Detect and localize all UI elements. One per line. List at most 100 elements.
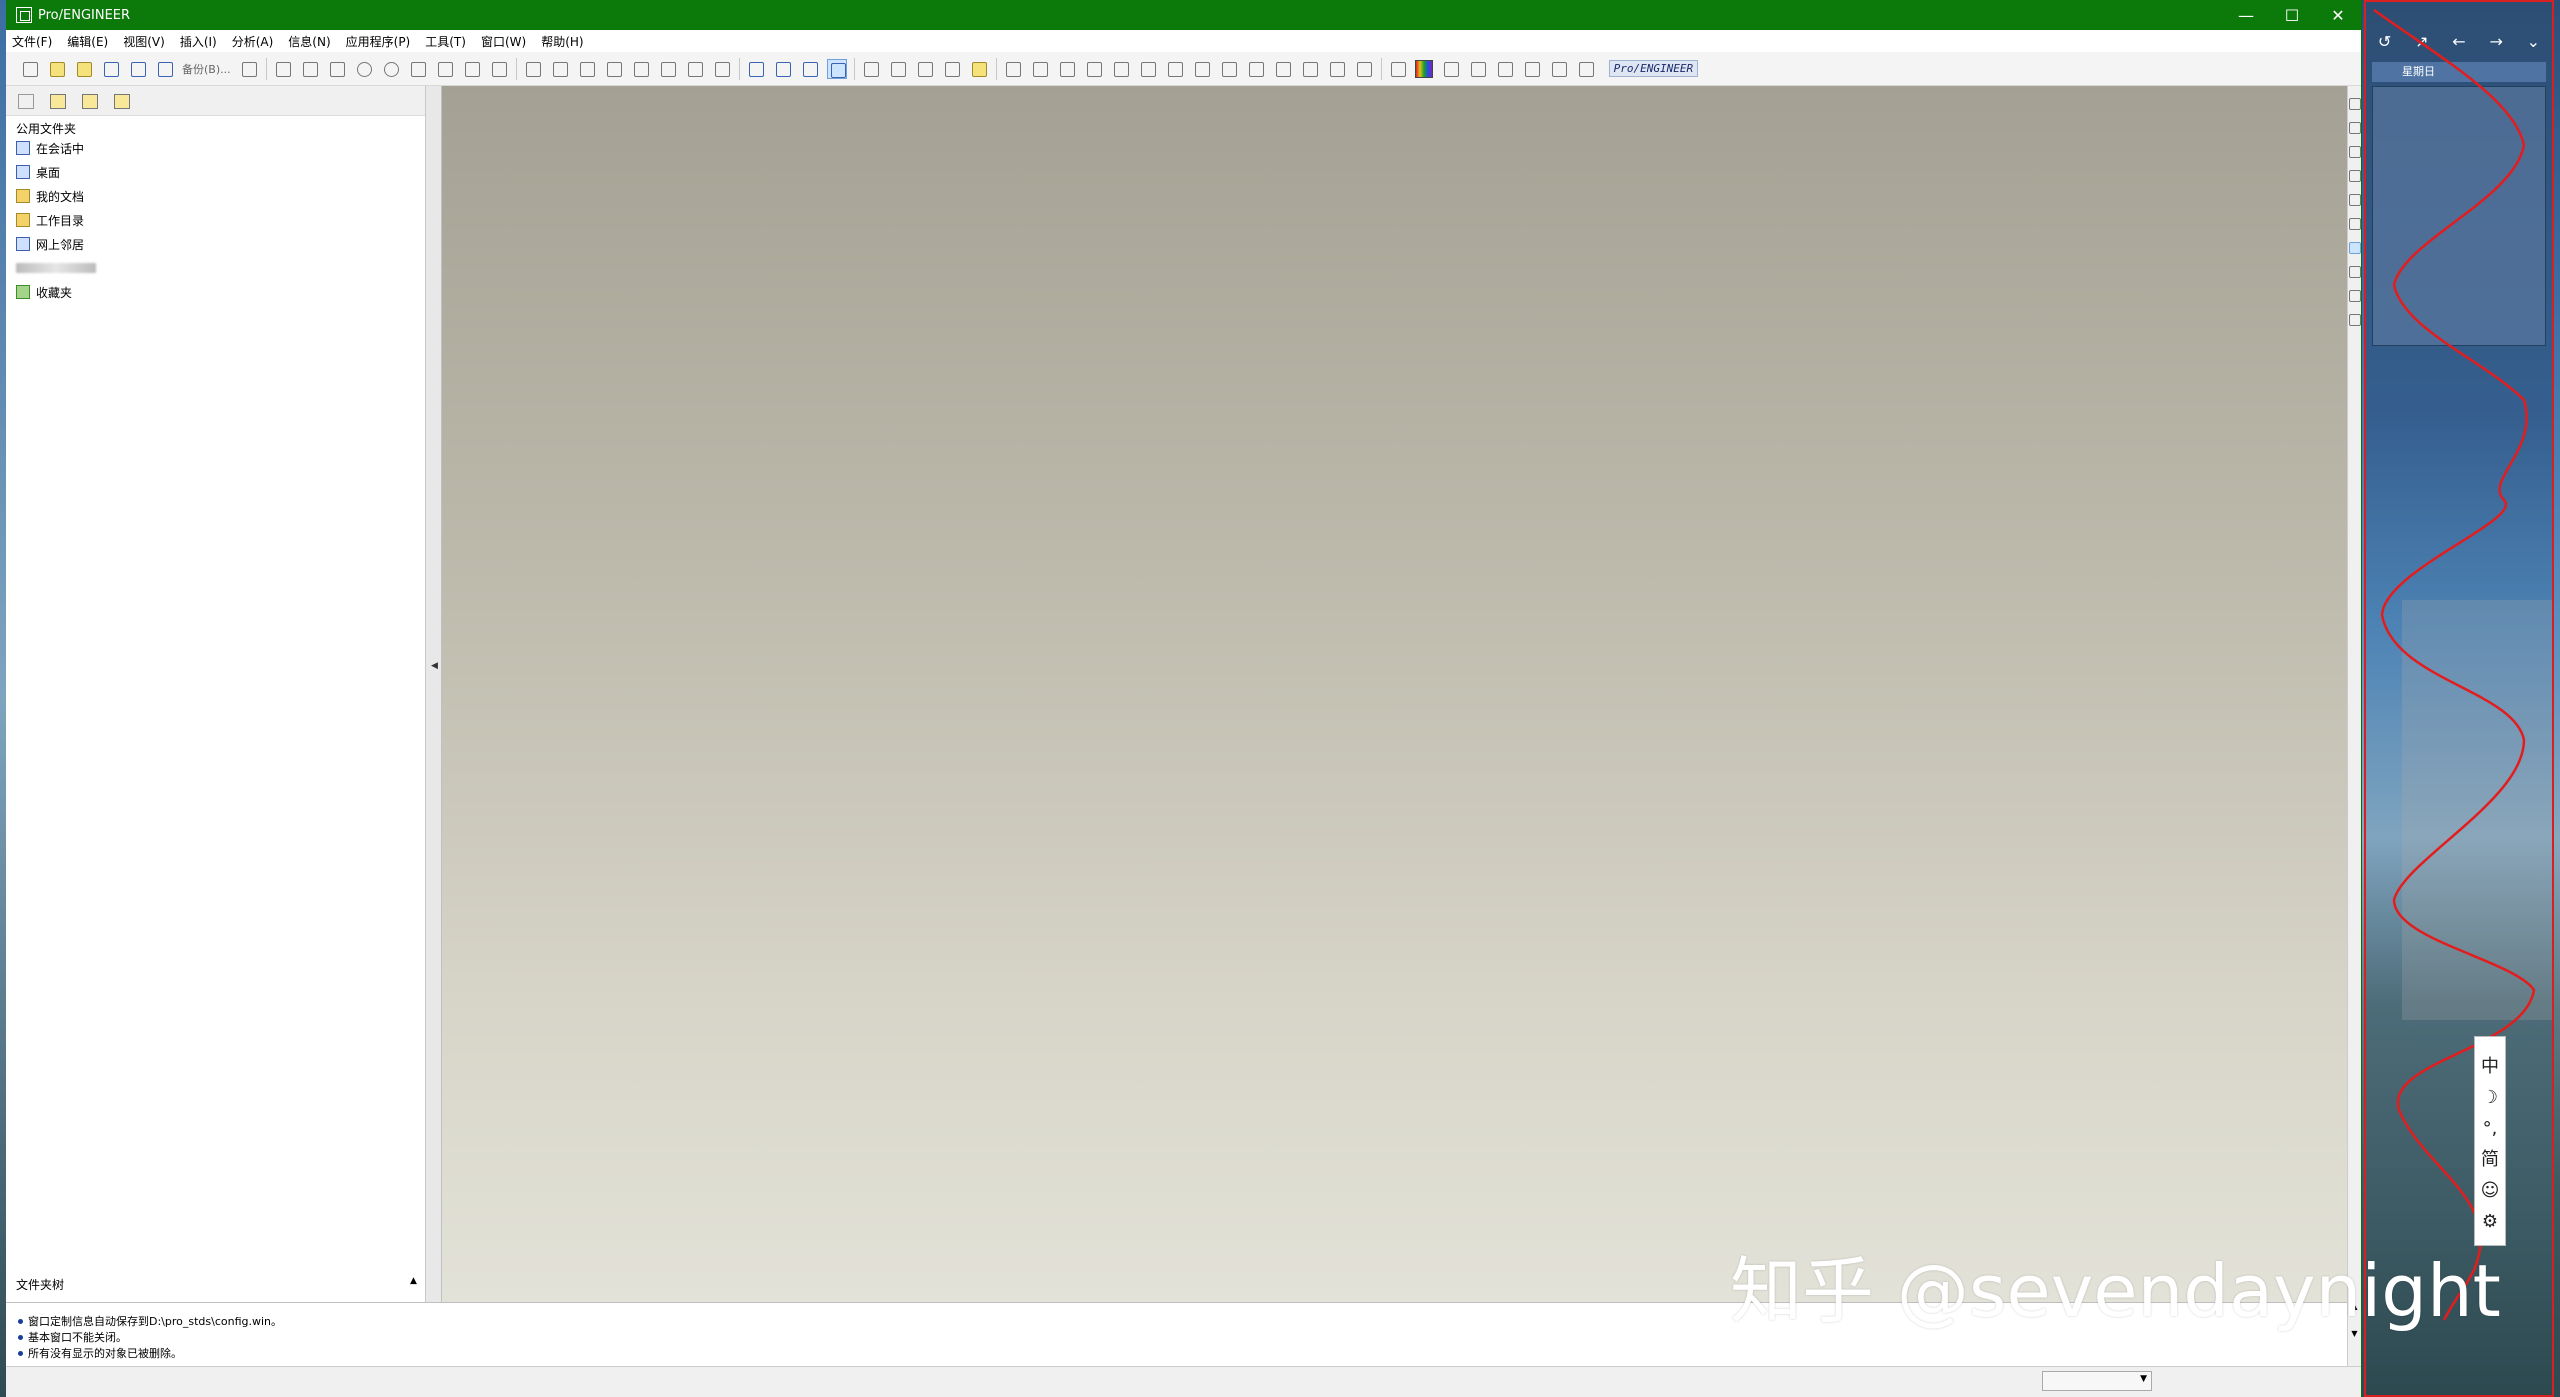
folder-tree-label[interactable]: 文件夹树 (16, 1276, 64, 1293)
open-icon[interactable] (74, 59, 94, 79)
open-folder-icon[interactable] (47, 59, 67, 79)
backup-button[interactable]: 备份(B)... (182, 61, 231, 77)
redo-icon[interactable] (550, 59, 570, 79)
find-icon[interactable] (685, 59, 705, 79)
ime-punctuation-icon[interactable]: °, (2483, 1113, 2498, 1144)
feature-7-icon[interactable] (1165, 59, 1185, 79)
folder-item-network[interactable]: 网上邻居 (16, 232, 96, 256)
shading-icon[interactable] (826, 58, 847, 79)
select-box-icon[interactable] (712, 59, 732, 79)
undo-icon[interactable] (523, 59, 543, 79)
graphics-window[interactable] (442, 86, 2347, 1302)
close-button[interactable]: ✕ (2315, 0, 2361, 30)
orient-icon[interactable] (327, 59, 347, 79)
feature-3-icon[interactable] (1057, 59, 1077, 79)
dimension-tool-icon[interactable] (2348, 290, 2361, 302)
ime-emoji-icon[interactable]: ☺ (2481, 1175, 2500, 1206)
no-hidden-icon[interactable] (800, 59, 820, 79)
close-window-icon[interactable] (1576, 59, 1596, 79)
feature-9-icon[interactable] (1219, 59, 1239, 79)
menu-file[interactable]: 文件(F) (12, 33, 52, 50)
datum-axis-icon[interactable] (888, 59, 908, 79)
feature-12-icon[interactable] (1300, 59, 1320, 79)
new-file-icon[interactable] (20, 59, 40, 79)
coordinate-system-icon[interactable] (942, 59, 962, 79)
minimize-button[interactable]: — (2223, 0, 2269, 30)
save-all-icon[interactable] (155, 59, 175, 79)
print-icon[interactable] (239, 59, 259, 79)
save-copy-icon[interactable] (128, 59, 148, 79)
save-icon[interactable] (101, 59, 121, 79)
refit-icon[interactable] (408, 59, 428, 79)
hidden-line-icon[interactable] (773, 59, 793, 79)
copy-icon[interactable] (604, 59, 624, 79)
forward-arrow-icon[interactable]: → (2489, 32, 2502, 51)
feature-2-icon[interactable] (1030, 59, 1050, 79)
color-appearance-icon[interactable] (1414, 59, 1433, 78)
menu-window[interactable]: 窗口(W) (481, 33, 526, 50)
expand-arrow-icon[interactable]: ▲ (410, 1276, 417, 1286)
regenerate-icon[interactable] (273, 59, 293, 79)
model-tree-icon[interactable] (1388, 59, 1408, 79)
menu-edit[interactable]: 编辑(E) (67, 33, 108, 50)
cut-icon[interactable] (577, 59, 597, 79)
offset-tool-icon[interactable] (2348, 266, 2361, 278)
ime-chinese-mode[interactable]: 中 (2481, 1051, 2499, 1082)
layers-icon[interactable] (489, 59, 509, 79)
menu-applications[interactable]: 应用程序(P) (346, 33, 411, 50)
menu-insert[interactable]: 插入(I) (180, 33, 217, 50)
ime-simplified-mode[interactable]: 简 (2481, 1144, 2499, 1175)
feature-6-icon[interactable] (1138, 59, 1158, 79)
saved-views-icon[interactable] (462, 59, 482, 79)
feature-14-icon[interactable] (1354, 59, 1374, 79)
ime-moon-icon[interactable]: ☽ (2482, 1082, 2498, 1113)
folder-item-working-dir[interactable]: 工作目录 (16, 208, 96, 232)
line-tool-icon[interactable] (2348, 146, 2361, 158)
menu-info[interactable]: 信息(N) (288, 33, 330, 50)
feature-8-icon[interactable] (1192, 59, 1212, 79)
folder-browser-tab-icon[interactable] (46, 90, 70, 112)
wireframe-icon[interactable] (746, 59, 766, 79)
axis-tool-icon[interactable] (2348, 194, 2361, 206)
panel-splitter[interactable]: ◀ (426, 86, 442, 1302)
csys-tool-icon[interactable] (2348, 242, 2361, 254)
maximize-button[interactable]: ☐ (2269, 0, 2315, 30)
point-tool-icon[interactable] (2348, 218, 2361, 230)
reorient-icon[interactable] (435, 59, 455, 79)
selection-filter-dropdown[interactable]: ▼ (2042, 1371, 2152, 1391)
back-arrow-icon[interactable]: ← (2452, 32, 2465, 51)
hide-icon[interactable] (1468, 59, 1488, 79)
curve-tool-icon[interactable] (2348, 170, 2361, 182)
paste-icon[interactable] (631, 59, 651, 79)
datum-plane-icon[interactable] (861, 59, 881, 79)
menu-help[interactable]: 帮助(H) (541, 33, 583, 50)
connections-tab-icon[interactable] (110, 90, 134, 112)
datum-point-icon[interactable] (915, 59, 935, 79)
view-icon[interactable] (1441, 59, 1461, 79)
feature-5-icon[interactable] (1111, 59, 1131, 79)
folder-item-desktop[interactable]: 桌面 (16, 160, 96, 184)
spin-center-icon[interactable] (300, 59, 320, 79)
feature-10-icon[interactable] (1246, 59, 1266, 79)
menu-tools[interactable]: 工具(T) (425, 33, 466, 50)
folder-item-blurred[interactable] (16, 256, 96, 280)
folder-item-documents[interactable]: 我的文档 (16, 184, 96, 208)
grid-tool-icon[interactable] (2348, 314, 2361, 326)
activate-icon[interactable] (1549, 59, 1569, 79)
feature-13-icon[interactable] (1327, 59, 1347, 79)
feature-4-icon[interactable] (1084, 59, 1104, 79)
annotation-icon[interactable] (969, 59, 989, 79)
edit-icon[interactable] (1495, 59, 1515, 79)
feature-1-icon[interactable] (1003, 59, 1023, 79)
paste-special-icon[interactable] (658, 59, 678, 79)
menu-view[interactable]: 视图(V) (123, 33, 165, 50)
favorites-tab-icon[interactable] (78, 90, 102, 112)
refresh-icon[interactable]: ↺ (2378, 32, 2391, 51)
menu-analysis[interactable]: 分析(A) (232, 33, 274, 50)
folder-item-favorites[interactable]: 收藏夹 (16, 280, 96, 304)
collapse-arrow-icon[interactable]: ◀ (431, 661, 438, 671)
zoom-in-icon[interactable] (354, 59, 374, 79)
share-icon[interactable]: ↗ (2415, 32, 2428, 51)
sketch-tool-icon[interactable] (2348, 98, 2361, 110)
zoom-out-icon[interactable] (381, 59, 401, 79)
